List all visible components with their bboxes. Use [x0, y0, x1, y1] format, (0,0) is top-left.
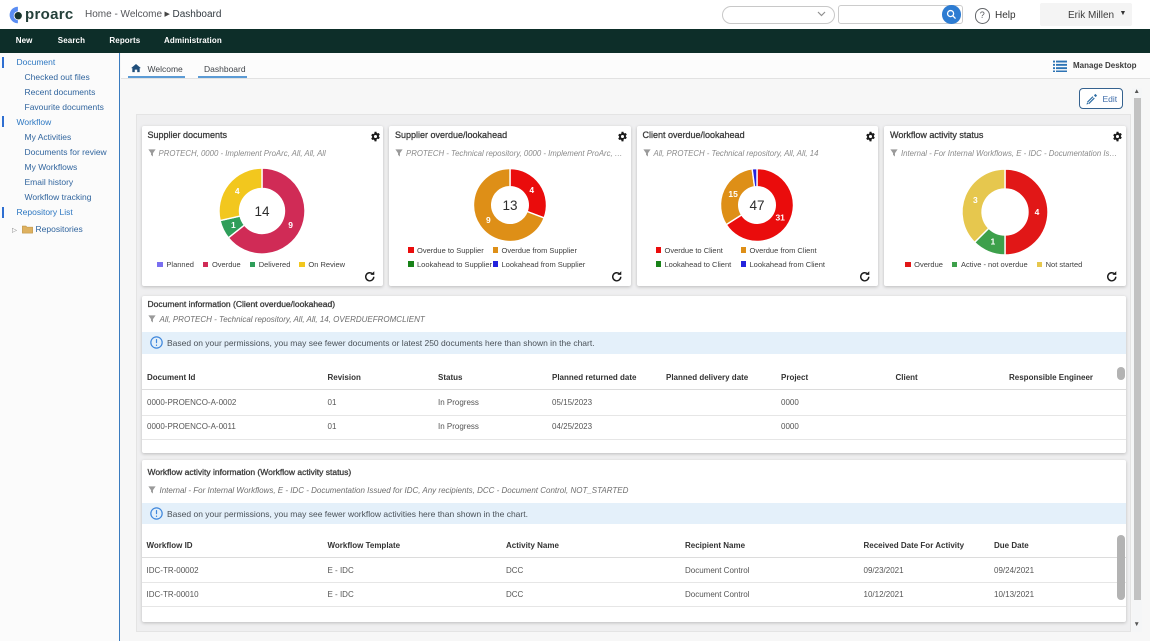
svg-text:31: 31 [775, 212, 785, 222]
svg-text:1: 1 [990, 236, 995, 246]
svg-text:3: 3 [973, 194, 978, 204]
svg-text:47: 47 [749, 198, 764, 213]
svg-text:13: 13 [502, 198, 517, 213]
svg-text:4: 4 [235, 186, 240, 196]
svg-text:14: 14 [254, 203, 270, 218]
svg-text:4: 4 [529, 185, 534, 195]
svg-text:9: 9 [485, 215, 490, 225]
svg-text:1: 1 [231, 219, 236, 229]
svg-text:9: 9 [288, 219, 293, 229]
svg-text:15: 15 [728, 189, 738, 199]
svg-text:4: 4 [1034, 207, 1039, 217]
